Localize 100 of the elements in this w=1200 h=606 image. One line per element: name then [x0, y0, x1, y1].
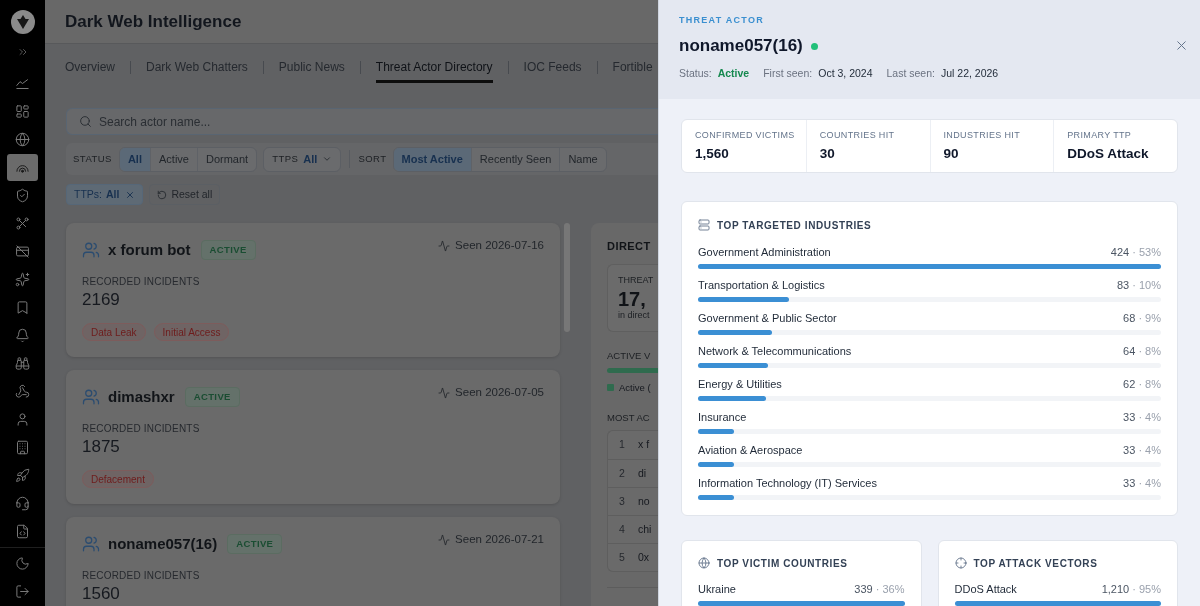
meta-label: Last seen:: [886, 65, 935, 81]
bar-label: Aviation & Aerospace: [698, 443, 803, 457]
section-title: TOP VICTIM COUNTRIES: [717, 556, 848, 571]
users-icon: [82, 388, 100, 406]
search-field[interactable]: Search actor name...: [66, 108, 658, 135]
bar-reading: 424 · 53%: [1110, 245, 1161, 259]
sort-label: SORT: [358, 151, 387, 166]
bar-label: Energy & Utilities: [698, 377, 782, 391]
bar-reading: 33 · 4%: [1123, 476, 1161, 490]
rocket-icon: [15, 468, 30, 483]
stat-label: COUNTRIES HIT: [819, 130, 895, 140]
server-icon: [698, 219, 710, 231]
search-icon: [79, 115, 92, 128]
section-title: TOP TARGETED INDUSTRIES: [717, 218, 872, 233]
actor-name[interactable]: di: [638, 465, 647, 482]
bar-label: Government Administration: [698, 245, 831, 259]
threat-tag: Defacement: [82, 470, 154, 488]
sort-option[interactable]: Recently Seen: [470, 147, 560, 171]
tab[interactable]: Dark Web Chatters: [146, 59, 248, 83]
shield-check-icon: [15, 188, 30, 203]
activity-icon: [438, 387, 451, 399]
nav-button[interactable]: [7, 154, 38, 181]
bar-reading: 83 · 10%: [1116, 278, 1161, 292]
chip-value: All: [106, 186, 120, 202]
incidents-count: 1560: [82, 584, 121, 604]
line-chart-icon: [15, 76, 30, 91]
tab[interactable]: Public News: [278, 59, 345, 83]
status-option[interactable]: Active: [150, 147, 197, 171]
sort-option[interactable]: Name: [559, 147, 606, 171]
tab[interactable]: IOC Feeds: [523, 59, 582, 83]
stat-value: 1,560: [695, 146, 729, 162]
status-option[interactable]: All: [119, 147, 150, 171]
dashboard-icon: [15, 104, 30, 119]
card-off-icon: [15, 244, 30, 259]
actor-name[interactable]: chi: [638, 521, 652, 538]
legend-swatch-icon: [607, 384, 614, 391]
bar-label: Insurance: [698, 410, 747, 424]
user-icon: [15, 412, 30, 427]
tab[interactable]: Overview: [65, 59, 115, 83]
incidents-count: 2169: [82, 290, 121, 310]
stat-label: THREAT: [618, 275, 654, 286]
seen-date: Seen 2026-07-16: [455, 238, 544, 254]
incidents-label: RECORDED INCIDENTS: [82, 570, 201, 582]
chip-label: TTPs:: [74, 186, 102, 202]
incidents-count: 1875: [82, 437, 121, 457]
tab[interactable]: Threat Actor Directory: [375, 59, 493, 83]
rank-number: 4: [618, 521, 626, 537]
actor-card[interactable]: x forum bot ACTIVE Seen 2026-07-16 RECORDED INCIDENTS 2169 Data Leak Initial Access: [66, 223, 560, 357]
actor-card[interactable]: dimashxr ACTIVE Seen 2026-07-05 RECORDED INCIDENTS 1875 Defacement: [66, 370, 560, 504]
bar-reading: 1,210 · 95%: [1101, 582, 1161, 596]
ratio-label: ACTIVE V: [607, 350, 652, 361]
ttps-dropdown[interactable]: TTPS All: [263, 146, 342, 172]
stat-value: DDoS Attack: [1067, 146, 1149, 162]
seen-date: Seen 2026-07-21: [455, 532, 544, 548]
bar-label: DDoS Attack: [954, 582, 1017, 596]
incidents-label: RECORDED INCIDENTS: [82, 276, 201, 288]
page-title: Dark Web Intelligence: [65, 10, 242, 33]
webhook-icon: [15, 384, 30, 399]
bar-reading: 339 · 36%: [854, 582, 905, 596]
stat-value: 90: [943, 146, 959, 162]
status-option[interactable]: Dormant: [196, 147, 257, 171]
bookmark-icon: [15, 300, 30, 315]
bar-label: Information Technology (IT) Services: [698, 476, 877, 490]
file-code-icon: [15, 524, 30, 539]
bar-reading: 64 · 8%: [1123, 344, 1161, 358]
legend-label: Active (: [619, 382, 651, 393]
actor-name[interactable]: x f: [638, 437, 650, 453]
activity-icon: [438, 240, 451, 252]
bar-label: Network & Telecommunications: [698, 344, 852, 358]
users-icon: [82, 535, 100, 553]
meta-value: Oct 3, 2024: [818, 65, 873, 81]
users-icon: [82, 241, 100, 259]
stat-label: PRIMARY TTP: [1067, 130, 1132, 140]
incidents-label: RECORDED INCIDENTS: [82, 423, 201, 435]
moon-icon: [15, 556, 30, 571]
tab[interactable]: Fortible: [612, 59, 653, 83]
logo-icon[interactable]: [10, 10, 35, 34]
globe-icon: [15, 132, 30, 147]
list-label: MOST AC: [607, 412, 651, 423]
actor-title: noname057(16): [679, 36, 803, 56]
bar-reading: 62 · 8%: [1123, 377, 1161, 391]
remove-icon[interactable]: [125, 189, 136, 200]
actor-name[interactable]: no: [638, 493, 650, 510]
actor-name[interactable]: 0x: [638, 549, 650, 566]
status-badge: ACTIVE: [200, 240, 256, 260]
actor-name: x forum bot: [108, 239, 191, 260]
stat-label: INDUSTRIES HIT: [943, 130, 1021, 140]
rank-number: 5: [618, 549, 626, 565]
headset-icon: [15, 496, 30, 511]
scrollbar[interactable]: [564, 223, 570, 332]
rank-number: 3: [618, 493, 626, 509]
ratio-bar: [607, 368, 658, 373]
actor-card[interactable]: noname057(16) ACTIVE Seen 2026-07-21 RECORDED INCIDENTS 1560: [66, 517, 560, 606]
rank-number: 2: [618, 465, 626, 481]
chevrons-right-icon[interactable]: [16, 46, 29, 58]
bar-label: Ukraine: [698, 582, 736, 596]
sort-option[interactable]: Most Active: [393, 147, 471, 171]
meta-label: Status:: [679, 65, 712, 81]
reset-button[interactable]: Reset all: [149, 184, 221, 205]
bar-reading: 33 · 4%: [1123, 410, 1161, 424]
